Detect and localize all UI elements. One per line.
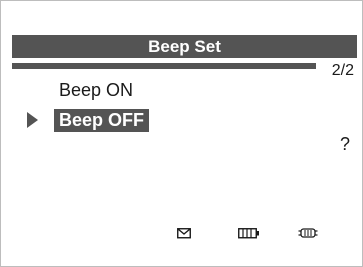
menu-item-beep-off[interactable]: Beep OFF xyxy=(54,109,150,132)
screen-title: Beep Set xyxy=(12,35,357,58)
battery-icon xyxy=(238,227,260,241)
page-progress-bar xyxy=(12,63,316,69)
selection-pointer-icon xyxy=(27,112,38,128)
mail-icon xyxy=(177,227,191,241)
help-indicator: ? xyxy=(340,134,351,154)
device-screen: Beep Set 2/2 Beep ON Beep OFF ? xyxy=(0,0,363,267)
page-progress-fill xyxy=(12,63,316,69)
page-indicator: 2/2 xyxy=(331,62,354,79)
menu-item-beep-on[interactable]: Beep ON xyxy=(54,79,138,102)
vehicle-connection-icon xyxy=(298,227,318,241)
